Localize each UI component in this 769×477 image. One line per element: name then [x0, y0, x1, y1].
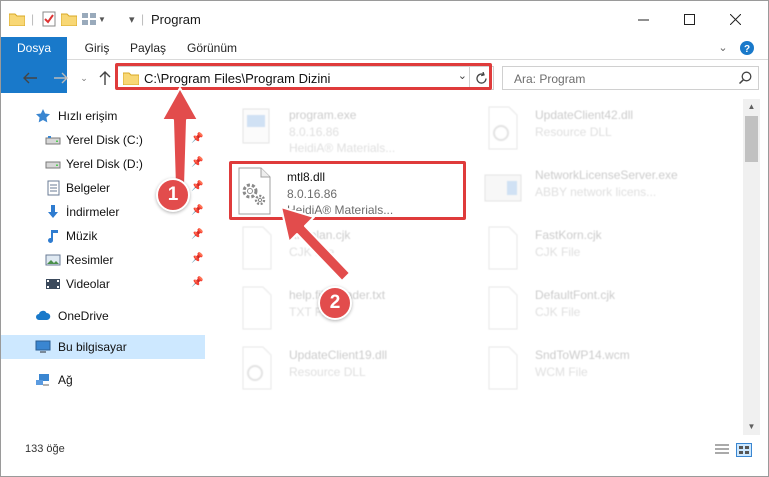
arrow-2-icon — [280, 206, 351, 282]
annotation-arrows — [161, 87, 351, 282]
step-badge-2: 2 — [318, 286, 352, 320]
step-badge-1: 1 — [156, 178, 190, 212]
arrow-1-icon — [161, 87, 199, 187]
